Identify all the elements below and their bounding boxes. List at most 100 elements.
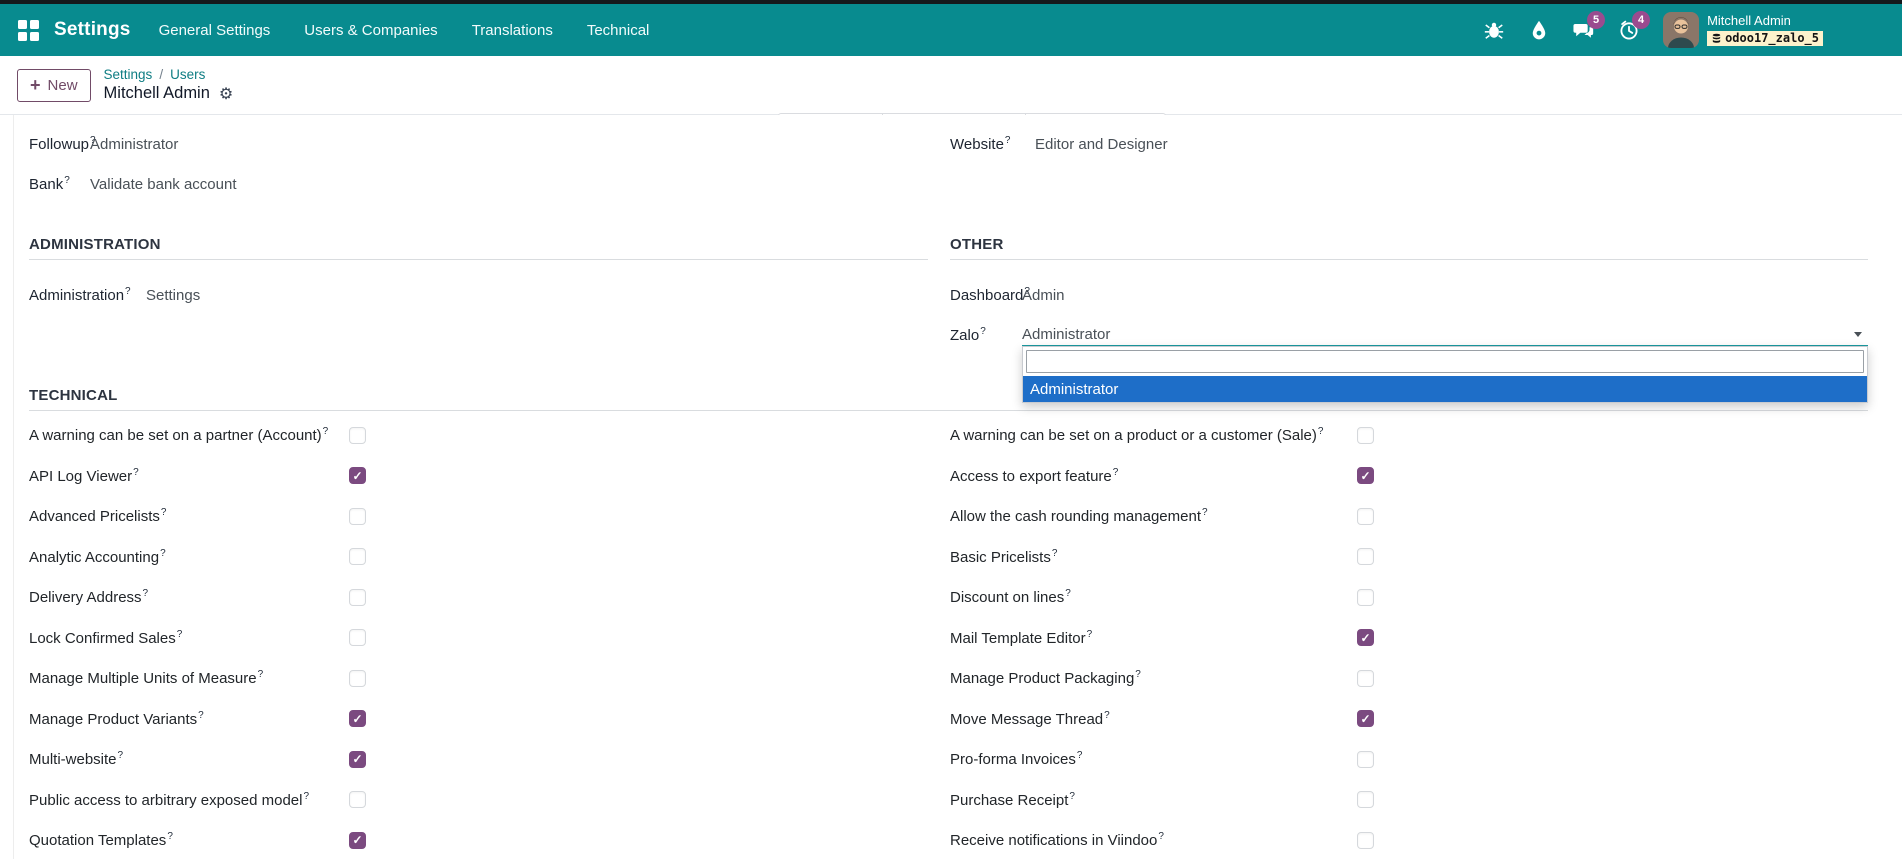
bug-icon[interactable] — [1483, 19, 1505, 41]
technical-setting-row: Move Message Thread? — [950, 708, 1868, 730]
setting-label: Advanced Pricelists? — [29, 507, 166, 525]
new-button[interactable]: + New — [17, 69, 91, 102]
preferences-left-group: Followup? Administrator Bank? Validate b… — [29, 133, 928, 213]
technical-setting-row: A warning can be set on a product or a c… — [950, 424, 1868, 446]
setting-label: Purchase Receipt? — [950, 791, 1075, 809]
technical-right-column: A warning can be set on a product or a c… — [950, 424, 1868, 859]
checkbox-cash-rounding-management[interactable] — [1357, 508, 1374, 525]
checkbox-delivery-address[interactable] — [349, 589, 366, 606]
technical-setting-row: Receive notifications in Viindoo? — [950, 829, 1868, 851]
dropdown-search-input[interactable] — [1026, 350, 1864, 373]
dashboard-value[interactable]: Admin — [1022, 287, 1065, 304]
checkbox-public-access-arbitrary-model[interactable] — [349, 791, 366, 808]
technical-setting-row: Basic Pricelists? — [950, 546, 1868, 568]
control-panel: + New Settings / Users Mitchell Admin ⚙ … — [0, 56, 1902, 115]
checkbox-basic-pricelists[interactable] — [1357, 548, 1374, 565]
technical-setting-row: Purchase Receipt? — [950, 789, 1868, 811]
setting-label: A warning can be set on a product or a c… — [950, 426, 1323, 444]
breadcrumb-settings[interactable]: Settings — [104, 67, 153, 82]
followup-value[interactable]: Administrator — [90, 136, 178, 153]
setting-label: API Log Viewer? — [29, 467, 139, 485]
technical-setting-row: A warning can be set on a partner (Accou… — [29, 424, 950, 446]
checkbox-proforma-invoices[interactable] — [1357, 751, 1374, 768]
administration-group: ADMINISTRATION Administration? Settings — [29, 236, 928, 324]
messages-badge: 5 — [1587, 11, 1605, 29]
website-value[interactable]: Editor and Designer — [1035, 136, 1168, 153]
field-website: Website? Editor and Designer — [950, 133, 1868, 155]
other-group: OTHER Dashboard? Admin Zalo? Administrat… — [950, 236, 1868, 364]
checkbox-warning-product-customer-sale[interactable] — [1357, 427, 1374, 444]
field-label: Website? — [950, 135, 1035, 153]
app-name: Settings — [54, 19, 131, 41]
menu-translations[interactable]: Translations — [472, 22, 553, 39]
user-avatar — [1663, 12, 1699, 48]
checkbox-discount-on-lines[interactable] — [1357, 589, 1374, 606]
other-title: OTHER — [950, 236, 1868, 260]
checkbox-manage-product-variants[interactable] — [349, 710, 366, 727]
setting-label: Pro-forma Invoices? — [950, 750, 1082, 768]
field-label: Bank? — [29, 175, 90, 193]
activities-clock-icon[interactable]: 4 — [1618, 19, 1640, 41]
bank-value[interactable]: Validate bank account — [90, 176, 237, 193]
technical-setting-row: Allow the cash rounding management? — [950, 505, 1868, 527]
checkbox-purchase-receipt[interactable] — [1357, 791, 1374, 808]
checkbox-api-log-viewer[interactable] — [349, 467, 366, 484]
checkbox-receive-notifications-viindoo[interactable] — [1357, 832, 1374, 849]
checkbox-access-export-feature[interactable] — [1357, 467, 1374, 484]
plus-icon: + — [30, 76, 41, 94]
caret-down-icon[interactable] — [1854, 332, 1862, 337]
apps-menu-icon[interactable] — [18, 20, 39, 41]
field-followup: Followup? Administrator — [29, 133, 928, 155]
dropdown-search — [1023, 347, 1867, 376]
breadcrumb-users[interactable]: Users — [170, 67, 205, 82]
field-dashboard: Dashboard? Admin — [950, 284, 1868, 306]
administration-title: ADMINISTRATION — [29, 236, 928, 260]
systray: 5 4 Mitchell Admin odoo17_zalo_5 — [1483, 12, 1823, 48]
checkbox-manage-product-packaging[interactable] — [1357, 670, 1374, 687]
setting-label: Manage Multiple Units of Measure? — [29, 669, 263, 687]
user-menu[interactable]: Mitchell Admin odoo17_zalo_5 — [1663, 12, 1823, 48]
setting-label: A warning can be set on a partner (Accou… — [29, 426, 328, 444]
technical-setting-row: Mail Template Editor? — [950, 627, 1868, 649]
checkbox-advanced-pricelists[interactable] — [349, 508, 366, 525]
help-marker: ? — [64, 175, 70, 186]
checkbox-quotation-templates[interactable] — [349, 832, 366, 849]
field-label: Administration? — [29, 286, 146, 304]
messages-icon[interactable]: 5 — [1573, 19, 1595, 41]
checkbox-analytic-accounting[interactable] — [349, 548, 366, 565]
technical-setting-row: Pro-forma Invoices? — [950, 748, 1868, 770]
droplet-icon[interactable] — [1528, 19, 1550, 41]
technical-group: TECHNICAL A warning can be set on a part… — [29, 387, 1868, 859]
field-label: Followup? — [29, 135, 90, 153]
action-gear-icon[interactable]: ⚙ — [219, 84, 233, 104]
menu-technical[interactable]: Technical — [587, 22, 650, 39]
administration-value[interactable]: Settings — [146, 287, 200, 304]
field-label: Zalo? — [950, 326, 1022, 344]
setting-label: Analytic Accounting? — [29, 548, 166, 566]
technical-setting-row: Public access to arbitrary exposed model… — [29, 789, 950, 811]
checkbox-manage-multiple-uom[interactable] — [349, 670, 366, 687]
menu-users-companies[interactable]: Users & Companies — [304, 22, 437, 39]
breadcrumb-separator: / — [159, 67, 163, 82]
zalo-field[interactable]: Administrator — [1022, 323, 1868, 347]
menu-general-settings[interactable]: General Settings — [159, 22, 271, 39]
database-name: odoo17_zalo_5 — [1725, 32, 1819, 45]
field-administration: Administration? Settings — [29, 284, 928, 306]
user-name: Mitchell Admin — [1707, 14, 1791, 28]
checkbox-warning-partner-account[interactable] — [349, 427, 366, 444]
checkbox-lock-confirmed-sales[interactable] — [349, 629, 366, 646]
activities-badge: 4 — [1632, 11, 1650, 29]
checkbox-multi-website[interactable] — [349, 751, 366, 768]
checkbox-move-message-thread[interactable] — [1357, 710, 1374, 727]
dropdown-option-administrator[interactable]: Administrator — [1023, 376, 1867, 402]
field-zalo: Zalo? Administrator — [950, 324, 1868, 346]
setting-label: Multi-website? — [29, 750, 123, 768]
breadcrumb: Settings / Users Mitchell Admin ⚙ — [104, 67, 234, 104]
checkbox-mail-template-editor[interactable] — [1357, 629, 1374, 646]
field-label: Dashboard? — [950, 286, 1022, 304]
zalo-value[interactable]: Administrator — [1022, 326, 1110, 343]
technical-setting-row: Lock Confirmed Sales? — [29, 627, 950, 649]
setting-label: Access to export feature? — [950, 467, 1118, 485]
navbar-menus: General Settings Users & Companies Trans… — [159, 22, 650, 39]
technical-setting-row: Manage Product Variants? — [29, 708, 950, 730]
